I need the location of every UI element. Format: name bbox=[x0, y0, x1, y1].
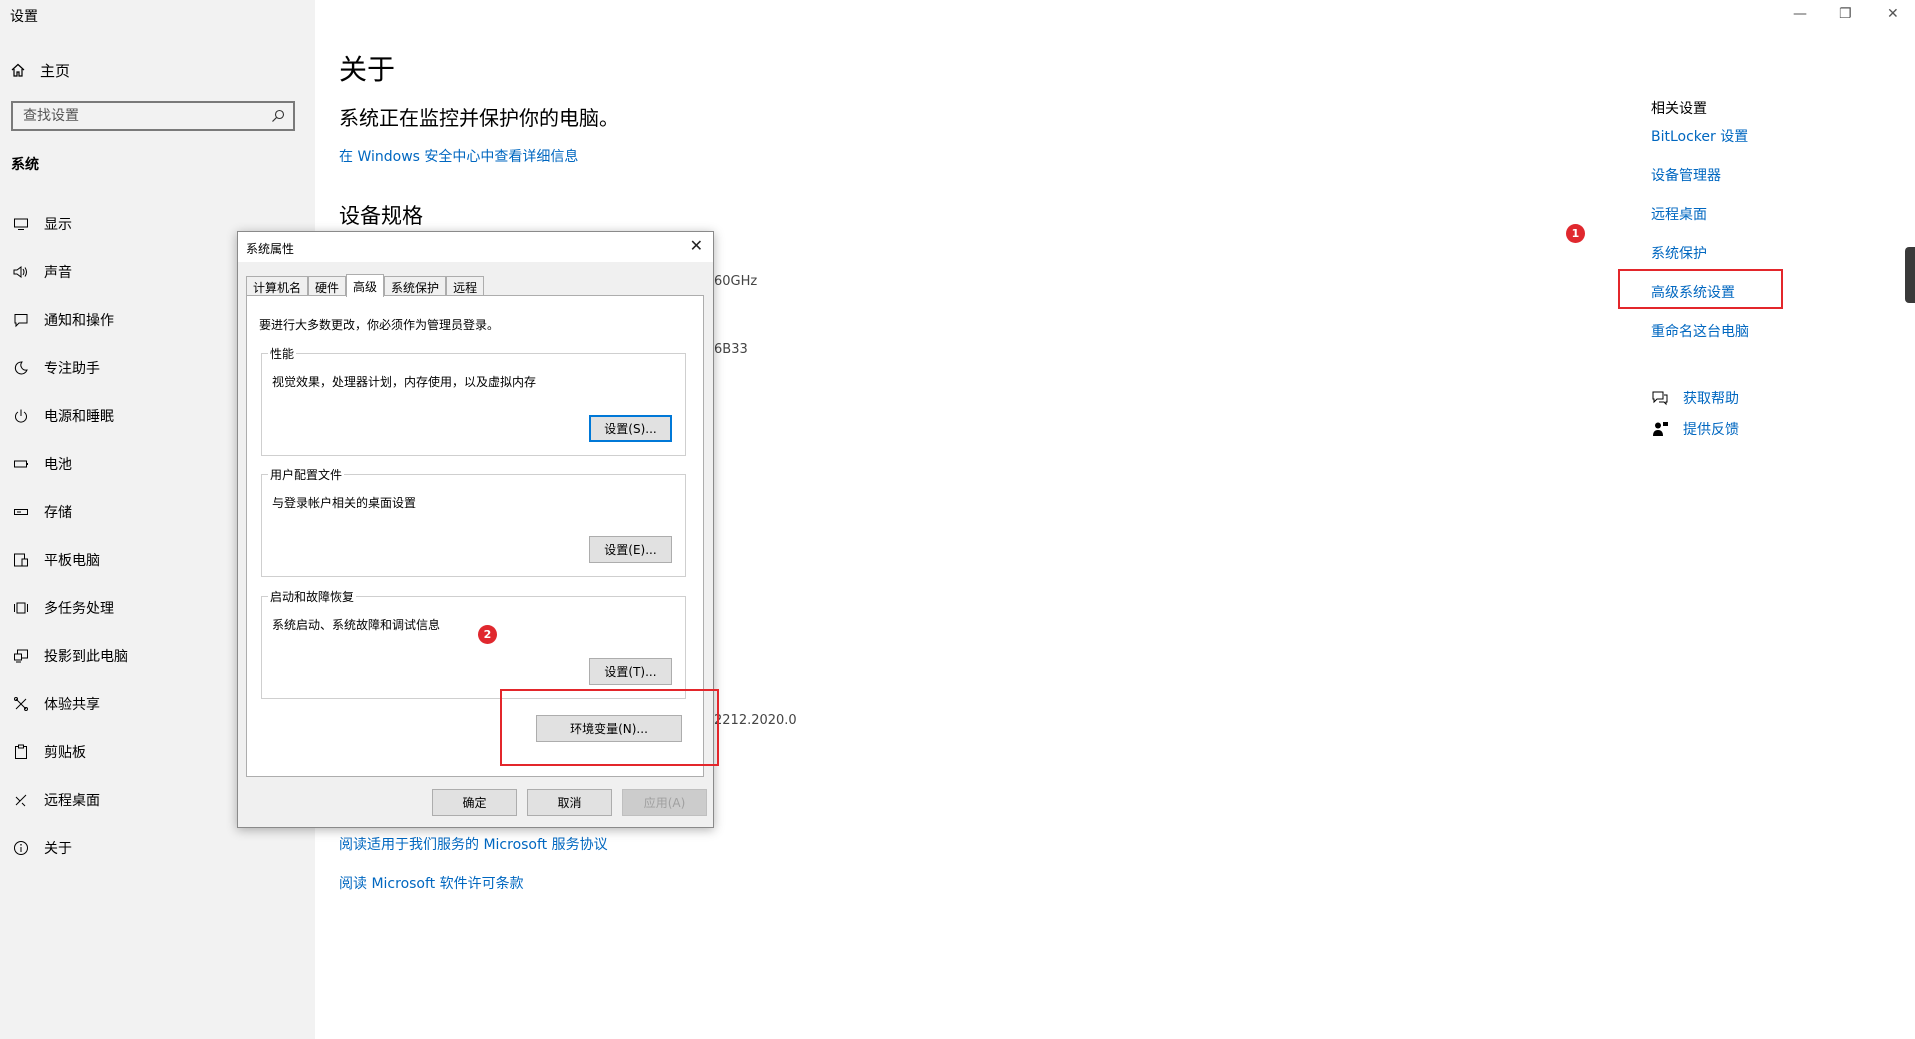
search-icon[interactable] bbox=[271, 109, 285, 123]
performance-settings-button[interactable]: 设置(S)... bbox=[589, 415, 672, 442]
user-profiles-desc: 与登录帐户相关的桌面设置 bbox=[272, 496, 417, 510]
restore-button[interactable]: ❐ bbox=[1839, 6, 1852, 22]
step-marker-1: 1 bbox=[1566, 224, 1585, 243]
protection-status: 系统正在监控并保护你的电脑。 bbox=[339, 106, 619, 130]
sidebar-item-label: 体验共享 bbox=[44, 697, 100, 713]
scrollbar-thumb[interactable] bbox=[1905, 247, 1915, 303]
sidebar-item-label: 声音 bbox=[44, 265, 72, 281]
dialog-title: 系统属性 bbox=[246, 242, 295, 256]
help-chat-icon bbox=[1652, 391, 1668, 406]
tablet-icon bbox=[11, 550, 31, 570]
section-title: 系统 bbox=[11, 157, 39, 173]
remote-icon bbox=[11, 790, 31, 810]
system-protection-link[interactable]: 系统保护 bbox=[1651, 243, 1707, 263]
license-terms-link[interactable]: 阅读 Microsoft 软件许可条款 bbox=[339, 873, 524, 893]
moon-icon bbox=[11, 358, 31, 378]
dialog-titlebar[interactable]: 系统属性 ✕ bbox=[238, 232, 713, 262]
sidebar-item-label: 远程桌面 bbox=[44, 793, 100, 809]
rename-pc-link[interactable]: 重命名这台电脑 bbox=[1651, 321, 1749, 341]
clipboard-icon bbox=[11, 742, 31, 762]
get-help-row[interactable]: 获取帮助 bbox=[1651, 388, 1739, 408]
remote-desktop-link[interactable]: 远程桌面 bbox=[1651, 204, 1707, 224]
battery-icon bbox=[11, 454, 31, 474]
multitask-icon bbox=[11, 598, 31, 618]
user-profiles-group: 用户配置文件 与登录帐户相关的桌面设置 设置(E)... bbox=[261, 466, 686, 577]
device-manager-link[interactable]: 设备管理器 bbox=[1651, 165, 1721, 185]
highlight-advanced-settings bbox=[1618, 269, 1783, 309]
search-input[interactable] bbox=[21, 107, 271, 125]
window-title: 设置 bbox=[10, 9, 38, 25]
home-label: 主页 bbox=[40, 61, 71, 80]
startup-recovery-label: 启动和故障恢复 bbox=[268, 588, 357, 605]
ok-button[interactable]: 确定 bbox=[432, 789, 517, 816]
sidebar-item-label: 电池 bbox=[44, 457, 72, 473]
processor-value-peek: 60GHz bbox=[714, 274, 758, 289]
performance-group: 性能 视觉效果，处理器计划，内存使用，以及虚拟内存 设置(S)... bbox=[261, 345, 686, 456]
sidebar-item-label: 通知和操作 bbox=[44, 313, 114, 329]
related-settings-heading: 相关设置 bbox=[1651, 101, 1707, 117]
user-profiles-label: 用户配置文件 bbox=[268, 466, 345, 483]
performance-label: 性能 bbox=[268, 345, 297, 362]
sidebar-item-label: 剪贴板 bbox=[44, 745, 86, 761]
close-button[interactable]: ✕ bbox=[1887, 6, 1899, 22]
device-id-peek: 6B33 bbox=[714, 342, 748, 357]
admin-note: 要进行大多数更改，你必须作为管理员登录。 bbox=[259, 318, 500, 332]
home-nav-item[interactable]: 主页 bbox=[10, 58, 70, 82]
power-icon bbox=[11, 406, 31, 426]
tab-computer-name[interactable]: 计算机名 bbox=[246, 276, 309, 297]
highlight-environment-variables bbox=[500, 689, 719, 766]
sidebar-item-label: 关于 bbox=[44, 841, 72, 857]
device-specs-heading: 设备规格 bbox=[339, 204, 423, 228]
tab-hardware[interactable]: 硬件 bbox=[308, 276, 347, 297]
search-box[interactable] bbox=[11, 101, 295, 131]
dialog-close-icon[interactable]: ✕ bbox=[690, 236, 703, 255]
project-icon bbox=[11, 646, 31, 666]
sidebar-item-label: 电源和睡眠 bbox=[44, 409, 114, 425]
notification-icon bbox=[11, 310, 31, 330]
startup-recovery-settings-button[interactable]: 设置(T)... bbox=[589, 658, 672, 685]
sidebar-item-label: 平板电脑 bbox=[44, 553, 100, 569]
tab-advanced[interactable]: 高级 bbox=[346, 274, 385, 297]
startup-recovery-group: 启动和故障恢复 系统启动、系统故障和调试信息 设置(T)... bbox=[261, 588, 686, 699]
info-icon bbox=[11, 838, 31, 858]
dialog-tabs: 计算机名 硬件 高级 系统保护 远程 bbox=[246, 274, 485, 297]
get-help-link[interactable]: 获取帮助 bbox=[1683, 388, 1739, 408]
home-icon bbox=[11, 63, 25, 77]
step-marker-2: 2 bbox=[478, 625, 497, 644]
feedback-link[interactable]: 提供反馈 bbox=[1683, 419, 1739, 439]
bitlocker-link[interactable]: BitLocker 设置 bbox=[1651, 126, 1748, 146]
user-profiles-settings-button[interactable]: 设置(E)... bbox=[589, 536, 672, 563]
storage-icon bbox=[11, 502, 31, 522]
sidebar-item-label: 多任务处理 bbox=[44, 601, 114, 617]
performance-desc: 视觉效果，处理器计划，内存使用，以及虚拟内存 bbox=[272, 375, 537, 389]
sidebar-item-label: 显示 bbox=[44, 217, 72, 233]
speaker-icon bbox=[11, 262, 31, 282]
share-icon bbox=[11, 694, 31, 714]
page-title: 关于 bbox=[339, 53, 396, 86]
startup-recovery-desc: 系统启动、系统故障和调试信息 bbox=[272, 618, 441, 632]
minimize-button[interactable]: — bbox=[1793, 6, 1807, 22]
security-center-link[interactable]: 在 Windows 安全中心中查看详细信息 bbox=[339, 146, 578, 166]
monitor-icon bbox=[11, 214, 31, 234]
feedback-person-icon bbox=[1653, 422, 1668, 436]
service-agreement-link[interactable]: 阅读适用于我们服务的 Microsoft 服务协议 bbox=[339, 834, 608, 854]
tab-system-protection[interactable]: 系统保护 bbox=[384, 276, 447, 297]
sidebar-item-label: 投影到此电脑 bbox=[44, 649, 128, 665]
sidebar-item-label: 存储 bbox=[44, 505, 72, 521]
experience-value-peek: 2212.2020.0 bbox=[714, 713, 797, 728]
sidebar-item-label: 专注助手 bbox=[44, 361, 100, 377]
apply-button[interactable]: 应用(A) bbox=[622, 789, 707, 816]
tab-remote[interactable]: 远程 bbox=[446, 276, 485, 297]
feedback-row[interactable]: 提供反馈 bbox=[1651, 419, 1739, 439]
cancel-button[interactable]: 取消 bbox=[527, 789, 612, 816]
sidebar-item-about[interactable]: 关于 bbox=[0, 824, 315, 872]
